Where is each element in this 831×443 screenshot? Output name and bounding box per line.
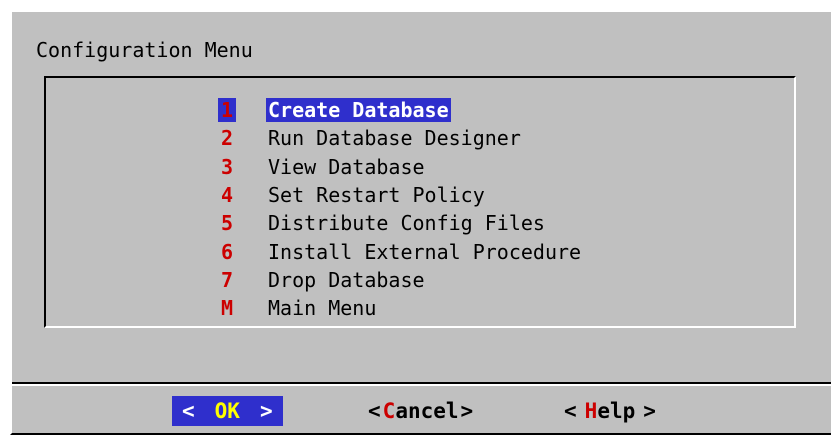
- menu-item-label: Create Database: [266, 98, 451, 123]
- menu-item-hotkey: 1: [218, 98, 236, 123]
- menu-item-label: Run Database Designer: [268, 126, 521, 151]
- menu-item-create-database[interactable]: 1 Create Database: [218, 96, 583, 124]
- menu-item-main-menu[interactable]: M Main Menu: [218, 294, 583, 322]
- menu-item-set-restart-policy[interactable]: 4 Set Restart Policy: [218, 181, 583, 209]
- menu-item-hotkey: 3: [220, 154, 234, 179]
- menu-item-hotkey: 5: [220, 211, 234, 236]
- button-divider: [12, 382, 831, 386]
- menu-list: 1 Create Database 2 Run Database Designe…: [218, 96, 583, 322]
- menu-item-label: Install External Procedure: [268, 239, 582, 264]
- cancel-button-label-rest: ancel: [395, 399, 459, 423]
- menu-box: 1 Create Database 2 Run Database Designe…: [44, 76, 796, 328]
- menu-item-label: View Database: [268, 154, 425, 179]
- help-button-right-bracket: >: [643, 399, 656, 423]
- cancel-button-left-bracket: <: [368, 399, 381, 423]
- help-button-hotkey: H: [584, 399, 598, 423]
- menu-item-hotkey: 2: [220, 126, 234, 151]
- menu-item-run-database-designer[interactable]: 2 Run Database Designer: [218, 124, 583, 152]
- dialog-title: Configuration Menu: [36, 38, 253, 62]
- cancel-button-hotkey: C: [382, 399, 396, 423]
- menu-item-distribute-config-files[interactable]: 5 Distribute Config Files: [218, 209, 583, 237]
- menu-item-hotkey: 4: [220, 183, 234, 208]
- help-button-label-rest: elp: [597, 399, 636, 423]
- menu-item-view-database[interactable]: 3 View Database: [218, 153, 583, 181]
- menu-item-hotkey: 7: [220, 267, 234, 292]
- help-button-left-bracket: <: [564, 399, 577, 423]
- cancel-button[interactable]: < Cancel >: [366, 396, 475, 426]
- menu-item-label: Set Restart Policy: [268, 183, 485, 208]
- configuration-dialog: Configuration Menu 1 Create Database 2 R…: [10, 10, 831, 435]
- menu-item-install-external-procedure[interactable]: 6 Install External Procedure: [218, 237, 583, 265]
- ok-button-hotkey: OK: [214, 399, 240, 423]
- button-row: < OK > < Cancel > < Help >: [12, 396, 831, 428]
- cancel-button-right-bracket: >: [460, 399, 474, 423]
- menu-item-hotkey: M: [220, 296, 234, 321]
- menu-item-drop-database[interactable]: 7 Drop Database: [218, 266, 583, 294]
- ok-button-left-bracket: <: [182, 399, 195, 423]
- menu-item-label: Distribute Config Files: [268, 211, 545, 236]
- menu-item-label: Drop Database: [268, 267, 425, 292]
- menu-item-label: Main Menu: [268, 296, 377, 321]
- help-button[interactable]: < Help >: [562, 396, 658, 426]
- ok-button[interactable]: < OK >: [172, 396, 283, 426]
- ok-button-right-bracket: >: [259, 399, 273, 423]
- menu-item-hotkey: 6: [220, 239, 234, 264]
